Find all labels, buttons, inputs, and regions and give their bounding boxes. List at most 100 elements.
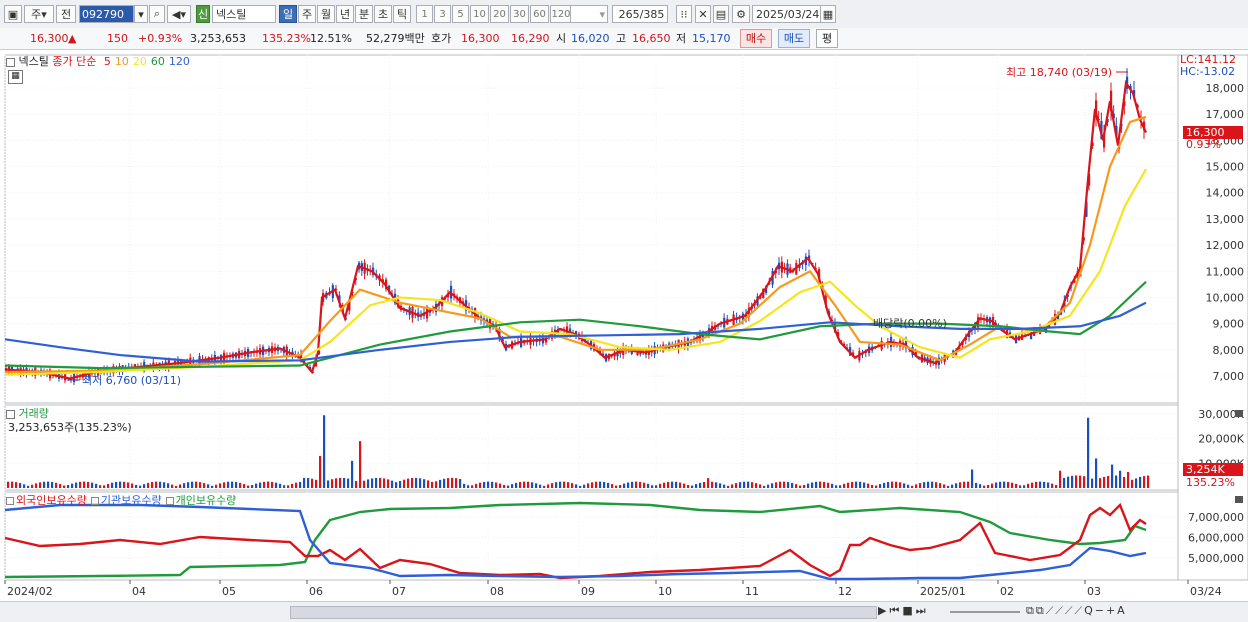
volume-bar bbox=[771, 483, 774, 488]
interval-button[interactable]: 30 bbox=[510, 5, 529, 23]
speaker-icon[interactable]: ◀▾ bbox=[167, 5, 191, 23]
x-axis-label: 03 bbox=[1087, 585, 1101, 598]
volume-bar bbox=[307, 478, 310, 488]
playback-controls[interactable]: ▶⏮■⏭ bbox=[878, 604, 929, 618]
volume-bar bbox=[947, 485, 950, 488]
drawing-tools[interactable]: ⧉⧉⟋⟋⟋⟋Q−+A bbox=[1026, 604, 1127, 618]
y-axis-label: 7,000 bbox=[1213, 370, 1245, 383]
volume-bar bbox=[971, 469, 974, 488]
volume-bar bbox=[15, 482, 18, 488]
period-tab[interactable]: 주 bbox=[298, 5, 316, 23]
period-tab[interactable]: 틱 bbox=[393, 5, 411, 23]
legend-toggle-icon[interactable] bbox=[6, 497, 14, 505]
count-display[interactable]: 265/385 bbox=[612, 5, 668, 23]
volume-bar bbox=[735, 483, 738, 488]
legend-toggle-icon[interactable] bbox=[165, 497, 174, 505]
volume-bar bbox=[1003, 481, 1006, 488]
buy-button[interactable]: 매수 bbox=[740, 29, 772, 48]
volume-bar bbox=[847, 482, 850, 488]
interval-button[interactable]: 3 bbox=[434, 5, 451, 23]
date-field[interactable]: 2025/03/24 bbox=[752, 5, 822, 23]
evaluate-button[interactable]: 평 bbox=[816, 29, 838, 48]
save-icon[interactable]: ▤ bbox=[713, 5, 729, 23]
volume-bar bbox=[111, 482, 114, 488]
market-select[interactable]: 주 ▾ bbox=[24, 5, 54, 23]
volume-bar bbox=[535, 483, 538, 488]
volume-bar bbox=[231, 481, 234, 488]
volume-bar bbox=[943, 484, 946, 488]
volume-bar bbox=[311, 478, 314, 488]
stock-name-field[interactable]: 넥스틸 bbox=[212, 5, 276, 23]
period-tab[interactable]: 분 bbox=[355, 5, 373, 23]
table-icon[interactable]: ▦ bbox=[8, 70, 23, 84]
volume-bar bbox=[887, 482, 890, 488]
volume-bar bbox=[371, 478, 374, 488]
period-tab[interactable]: 년 bbox=[336, 5, 354, 23]
interval-button[interactable]: 10 bbox=[470, 5, 489, 23]
volume-bar bbox=[479, 482, 482, 488]
volume-bar bbox=[143, 484, 146, 488]
period-tab[interactable]: 일 bbox=[279, 5, 297, 23]
code-dropdown-icon[interactable]: ▾ bbox=[134, 5, 148, 23]
legend-toggle-icon[interactable] bbox=[90, 497, 99, 505]
volume-bar bbox=[891, 481, 894, 488]
sell-button[interactable]: 매도 bbox=[778, 29, 810, 48]
interval-button[interactable]: 120 bbox=[550, 5, 572, 23]
x-axis-label: 08 bbox=[490, 585, 504, 598]
stock-chart[interactable]: 18,00017,00016,00015,00014,00013,00012,0… bbox=[0, 49, 1248, 621]
volume-bar bbox=[411, 478, 414, 488]
panel-toggle-icon[interactable] bbox=[6, 57, 15, 67]
search-icon[interactable]: ⌕ bbox=[149, 5, 165, 23]
interval-button[interactable]: 60 bbox=[530, 5, 549, 23]
volume-bar bbox=[251, 485, 254, 488]
volume-bar bbox=[1103, 476, 1106, 488]
volume-bar bbox=[191, 481, 194, 488]
volume-bar bbox=[407, 478, 410, 488]
volume-bar bbox=[243, 484, 246, 488]
volume-bar bbox=[415, 477, 418, 488]
window-menu-icon[interactable]: ▣ bbox=[4, 5, 22, 23]
period-tab[interactable]: 월 bbox=[317, 5, 335, 23]
ask-price: 16,300 bbox=[461, 32, 500, 45]
horizontal-scrollbar[interactable] bbox=[290, 606, 877, 619]
volume-bar bbox=[807, 483, 810, 488]
x-axis-label: 02 bbox=[1000, 585, 1014, 598]
volume-bar bbox=[795, 484, 798, 488]
volume-bar bbox=[1007, 481, 1010, 488]
interval-button[interactable]: 20 bbox=[490, 5, 509, 23]
prev-button[interactable]: 전 bbox=[56, 5, 76, 23]
volume-bar bbox=[823, 481, 826, 488]
volume-bar bbox=[595, 481, 598, 488]
volume-bar bbox=[391, 480, 394, 488]
price-change: 150 bbox=[107, 32, 128, 45]
high-annotation: 최고 18,740 (03/19) bbox=[1006, 66, 1112, 79]
gear-icon[interactable]: ⚙ bbox=[732, 5, 750, 23]
period-tab[interactable]: 초 bbox=[374, 5, 392, 23]
volume-bar bbox=[579, 485, 582, 488]
volume-bar bbox=[527, 481, 530, 488]
volume-bar bbox=[1055, 485, 1058, 488]
volume-bar bbox=[803, 484, 806, 488]
interval-button[interactable]: 1 bbox=[416, 5, 433, 23]
volume-bar bbox=[547, 484, 550, 488]
volume-bar bbox=[515, 482, 518, 488]
volume-toggle-icon[interactable] bbox=[6, 409, 15, 419]
interval-button[interactable]: 5 bbox=[452, 5, 469, 23]
custom-interval-input[interactable]: ▾ bbox=[570, 5, 608, 23]
volume-bar bbox=[187, 482, 190, 488]
volume-bar bbox=[343, 478, 346, 488]
calendar-icon[interactable]: ▦ bbox=[820, 5, 836, 23]
volume-bar bbox=[247, 485, 250, 488]
grid-icon[interactable]: ⁝⁝ bbox=[676, 5, 692, 23]
volume-bar bbox=[1011, 482, 1014, 488]
zoom-slider[interactable] bbox=[950, 611, 1020, 613]
crosshair-icon[interactable]: ✕ bbox=[695, 5, 711, 23]
stock-code-input[interactable]: 092790 bbox=[79, 5, 134, 23]
volume-bar bbox=[559, 481, 562, 488]
volume-bar bbox=[751, 482, 754, 488]
volume-bar bbox=[303, 477, 306, 488]
volume-bar bbox=[351, 460, 354, 488]
volume-bar bbox=[323, 415, 326, 488]
volume-bar bbox=[147, 482, 150, 488]
volume-bar bbox=[395, 482, 398, 488]
